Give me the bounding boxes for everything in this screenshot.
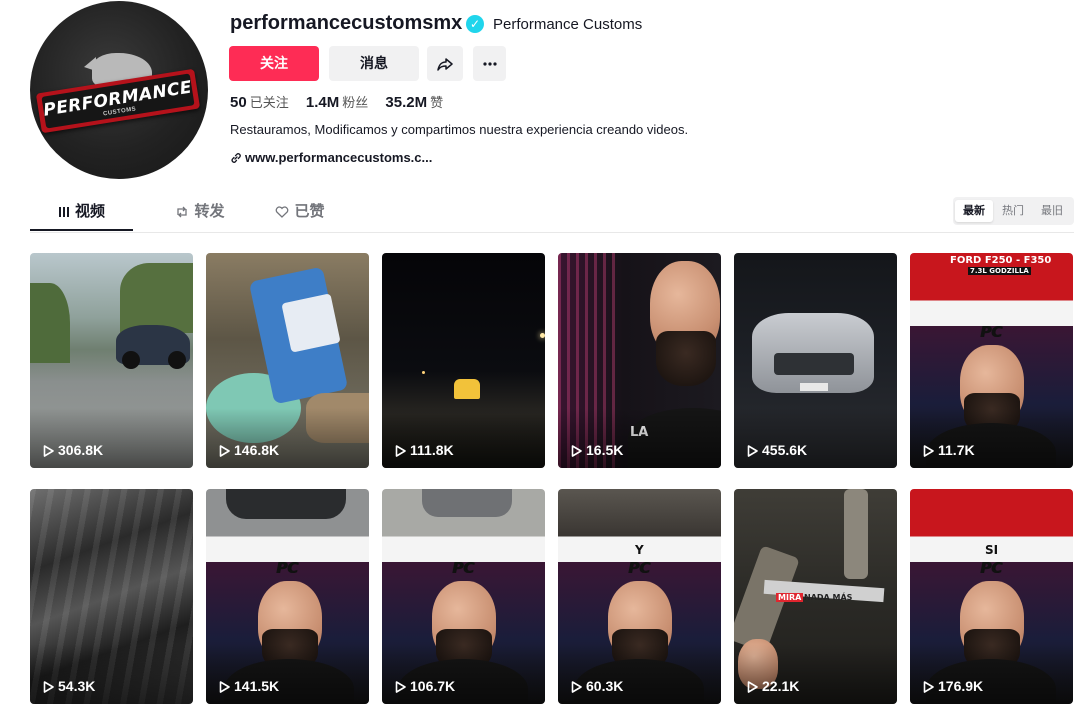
message-button[interactable]: 消息 <box>329 46 419 81</box>
video-card[interactable]: 54.3K <box>30 489 193 704</box>
liked-heart-icon <box>276 206 289 218</box>
video-views: 54.3K <box>43 678 95 694</box>
ellipsis-icon <box>482 62 497 66</box>
video-overlay-text: MIRA <box>776 593 804 602</box>
play-icon <box>923 681 934 693</box>
video-card[interactable]: 306.8K <box>30 253 193 468</box>
profile-bio: Restauramos, Modificamos y compartimos n… <box>230 122 689 137</box>
tab-videos-label: 视频 <box>74 203 105 220</box>
video-card[interactable]: 146.8K <box>206 253 369 468</box>
repost-icon <box>177 206 188 218</box>
pc-logo: PC <box>452 559 475 577</box>
video-views: 22.1K <box>747 678 799 694</box>
video-views: 141.5K <box>219 678 279 694</box>
video-card[interactable]: 455.6K <box>734 253 897 468</box>
play-icon <box>219 681 230 693</box>
pc-logo: PC <box>980 559 1003 577</box>
play-icon <box>395 681 406 693</box>
profile-link[interactable]: www.performancecustoms.c... <box>230 150 432 165</box>
video-views: 60.3K <box>571 678 623 694</box>
pc-logo: PC <box>980 323 1003 341</box>
followers-label: 粉丝 <box>342 95 369 110</box>
play-icon <box>43 681 54 693</box>
more-options-button[interactable] <box>473 46 506 81</box>
likes-count: 35.2M <box>385 94 428 111</box>
video-views: 146.8K <box>219 442 279 458</box>
tab-liked[interactable]: 已赞 <box>250 196 350 231</box>
play-icon <box>571 445 582 457</box>
play-icon <box>219 445 230 457</box>
pc-logo: PC <box>628 559 651 577</box>
video-overlay-subtext: 7.3L GODZILLA <box>968 267 1031 275</box>
video-views: 11.7K <box>923 442 975 458</box>
tab-reposts-label: 转发 <box>194 203 225 220</box>
video-card[interactable]: FORD F250 - F350 7.3L GODZILLA PC 11.7K <box>910 253 1073 468</box>
video-views: 111.8K <box>395 442 454 458</box>
video-card[interactable]: PC 141.5K <box>206 489 369 704</box>
play-icon <box>923 445 934 457</box>
play-icon <box>571 681 582 693</box>
followers-count: 1.4M <box>305 94 340 111</box>
tab-videos[interactable]: 视频 <box>30 196 133 231</box>
profile-link-text: www.performancecustoms.c... <box>245 150 433 165</box>
tab-liked-label: 已赞 <box>294 203 325 220</box>
video-views: 106.7K <box>395 678 455 694</box>
following-label: 已关注 <box>249 95 289 110</box>
video-overlay-text: Y <box>635 543 644 557</box>
profile-stats: 50 已关注 1.4M 粉丝 35.2M 赞 <box>230 92 456 111</box>
video-overlay-text: SI <box>985 543 999 557</box>
profile-nickname: Performance Customs <box>493 16 643 33</box>
profile-username: performancecustomsmx <box>230 12 463 34</box>
video-overlay-subtext: NADA MÁS <box>804 593 853 602</box>
video-views: 176.9K <box>923 678 983 694</box>
video-card[interactable]: LA 16.5K <box>558 253 721 468</box>
video-views: 16.5K <box>571 442 623 458</box>
pc-logo: PC <box>276 559 299 577</box>
sort-oldest[interactable]: 最旧 <box>1033 200 1071 222</box>
video-overlay-text: FORD F250 - F350 <box>950 255 1052 266</box>
sort-toggle: 最新 热门 最旧 <box>953 197 1074 225</box>
follow-button[interactable]: 关注 <box>229 46 319 81</box>
stat-likes: 35.2M 赞 <box>385 92 443 111</box>
play-icon <box>43 445 54 457</box>
video-card[interactable]: PC 106.7K <box>382 489 545 704</box>
video-card[interactable]: Y PC 60.3K <box>558 489 721 704</box>
video-card[interactable]: SI PC 176.9K <box>910 489 1073 704</box>
stat-followers[interactable]: 1.4M 粉丝 <box>306 92 368 111</box>
video-views: 455.6K <box>747 442 807 458</box>
sort-popular[interactable]: 热门 <box>994 200 1032 222</box>
play-icon <box>395 445 406 457</box>
link-icon <box>231 153 241 163</box>
following-count: 50 <box>230 94 247 111</box>
play-icon <box>747 681 758 693</box>
video-card[interactable]: 111.8K <box>382 253 545 468</box>
verified-badge-icon: ✓ <box>466 15 484 33</box>
profile-avatar[interactable]: PERFORMANCE CUSTOMS <box>30 1 208 179</box>
profile-tabs: 视频 转发 已赞 <box>30 196 1074 233</box>
tab-reposts[interactable]: 转发 <box>150 196 250 231</box>
share-button[interactable] <box>427 46 463 81</box>
grid-icon <box>58 207 69 217</box>
likes-label: 赞 <box>430 95 444 110</box>
share-icon <box>437 58 453 72</box>
video-card[interactable]: MIRA NADA MÁS 22.1K <box>734 489 897 704</box>
play-icon <box>747 445 758 457</box>
sort-latest[interactable]: 最新 <box>955 200 993 222</box>
video-views: 306.8K <box>43 442 103 458</box>
stat-following[interactable]: 50 已关注 <box>230 92 289 111</box>
